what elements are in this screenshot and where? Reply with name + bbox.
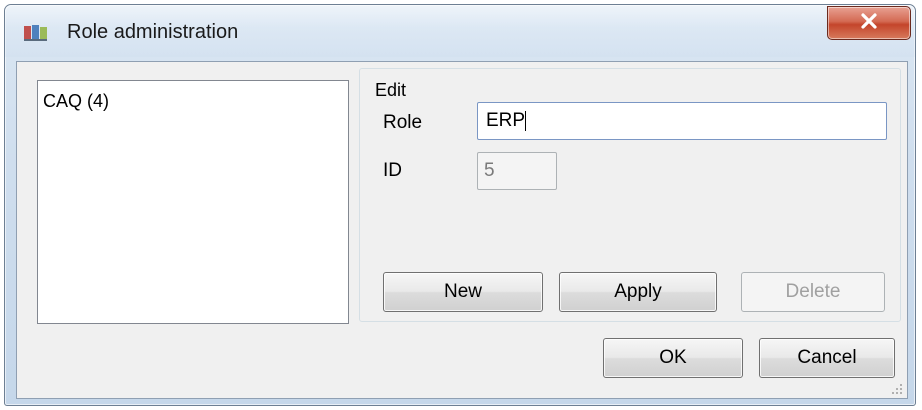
text-caret [525,111,527,131]
id-field-value: 5 [484,160,495,181]
role-input[interactable]: ERP [477,102,887,140]
resize-grip-icon[interactable] [891,382,903,394]
role-label: Role [383,112,423,133]
role-administration-window: Role administration CAQ (4) Edit Role ER… [4,4,916,406]
id-field: 5 [477,152,557,190]
cancel-button[interactable]: Cancel [759,338,895,378]
role-input-value: ERP [486,110,526,131]
edit-group-label: Edit [373,80,409,101]
ok-button[interactable]: OK [603,338,743,378]
window-title: Role administration [67,21,239,43]
apply-button[interactable]: Apply [559,272,717,312]
dialog-client-area: CAQ (4) Edit Role ERP ID 5 New Apply Del… [16,61,908,399]
close-x-icon [859,12,879,35]
roles-listbox[interactable]: CAQ (4) [37,80,349,324]
new-button[interactable]: New [383,272,543,312]
list-item[interactable]: CAQ (4) [43,91,109,112]
delete-button[interactable]: Delete [741,272,885,312]
close-button[interactable] [827,6,911,40]
app-icon [23,23,49,43]
title-bar[interactable]: Role administration [5,5,915,57]
id-label: ID [383,160,402,181]
